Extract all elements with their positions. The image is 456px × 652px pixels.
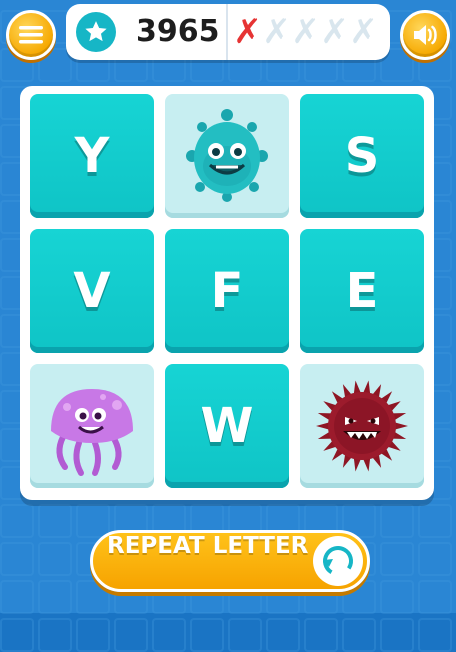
hamburger-icon <box>19 26 43 44</box>
mistake-mark: ✗ <box>262 12 291 52</box>
repeat-letter-label: REPEAT LETTER <box>107 533 309 559</box>
menu-button[interactable] <box>6 10 56 60</box>
purple-jellyfish-monster-icon <box>51 389 133 476</box>
letter-glyph: S <box>344 128 380 184</box>
letter-glyph: F <box>210 263 244 319</box>
letter-glyph: V <box>73 263 111 319</box>
sound-button[interactable] <box>400 10 450 60</box>
letter-glyph: W <box>200 398 254 454</box>
game-board: Y S V F E W <box>20 86 434 500</box>
mistake-mark: ✗ <box>233 12 262 52</box>
monster-tile[interactable] <box>30 364 154 488</box>
mistake-counter: ✗ ✗ ✗ ✗ ✗ <box>233 12 378 52</box>
letter-glyph: E <box>345 263 379 319</box>
letter-tile[interactable]: F <box>165 229 289 353</box>
letter-tile[interactable]: Y <box>30 94 154 218</box>
score-value: 3965 <box>136 14 220 49</box>
letter-glyph: Y <box>74 128 110 184</box>
speaker-icon <box>414 25 437 45</box>
letter-tile[interactable]: V <box>30 229 154 353</box>
mistake-mark: ✗ <box>349 12 378 52</box>
green-virus-monster-icon <box>186 109 268 202</box>
repeat-letter-button[interactable]: REPEAT LETTER <box>90 530 370 592</box>
letter-tile[interactable]: W <box>165 364 289 488</box>
red-spiky-monster-icon <box>316 380 408 472</box>
letter-tile[interactable]: S <box>300 94 424 218</box>
mistake-mark: ✗ <box>291 12 320 52</box>
monster-tile[interactable] <box>300 364 424 488</box>
star-icon <box>76 12 116 52</box>
score-panel: 3965 ✗ ✗ ✗ ✗ ✗ <box>66 4 390 60</box>
mistake-mark: ✗ <box>320 12 349 52</box>
monster-tile[interactable] <box>165 94 289 218</box>
repeat-icon <box>313 536 363 586</box>
divider <box>226 4 228 60</box>
letter-tile[interactable]: E <box>300 229 424 353</box>
